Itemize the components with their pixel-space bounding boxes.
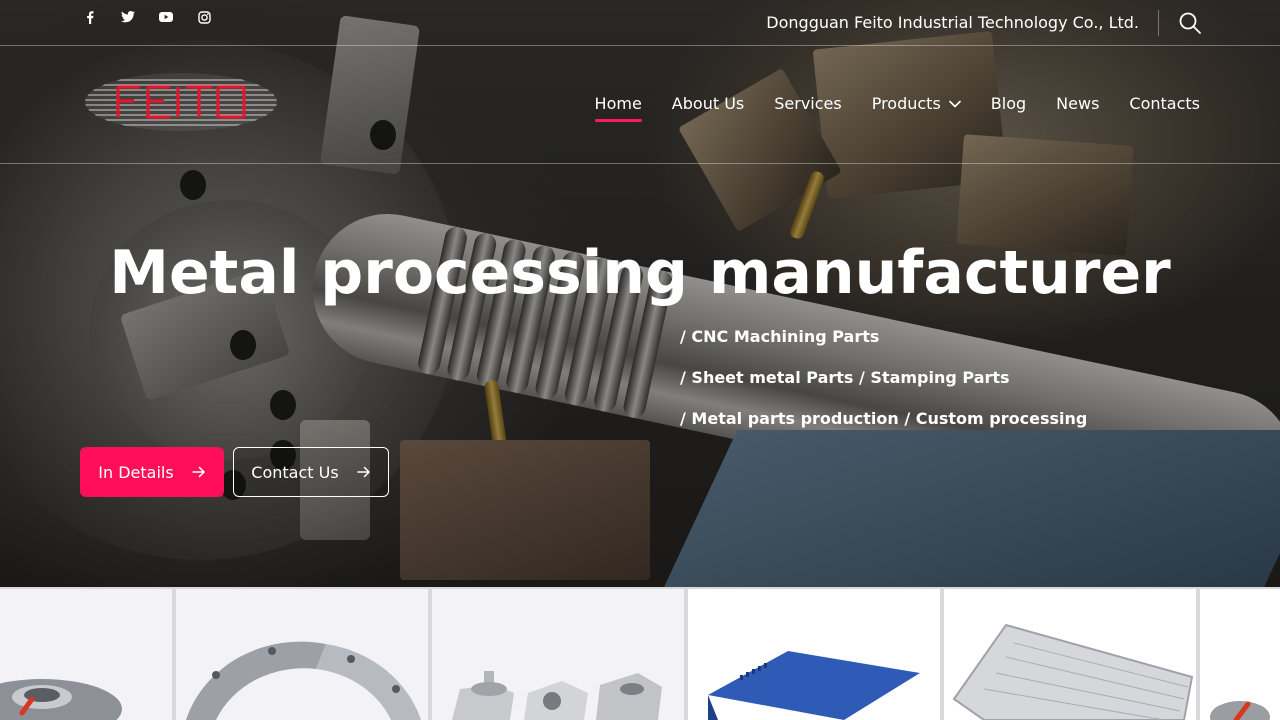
perforated-tray-icon bbox=[952, 623, 1194, 720]
facebook-icon[interactable] bbox=[80, 8, 100, 26]
arrow-right-icon bbox=[356, 466, 370, 478]
partial-part-icon bbox=[1210, 701, 1270, 720]
main-nav: Home About Us Services Products Blog New… bbox=[594, 94, 1200, 122]
nav-services[interactable]: Services bbox=[774, 94, 841, 113]
ring-segment-icon bbox=[186, 641, 421, 720]
product-strip bbox=[0, 587, 1280, 720]
top-bar-divider bbox=[1158, 10, 1159, 36]
nav-news[interactable]: News bbox=[1056, 94, 1099, 113]
chevron-down-icon bbox=[948, 100, 961, 107]
hero-tagline-2: / Sheet metal Parts / Stamping Parts bbox=[680, 368, 1010, 387]
threaded-blocks-icon bbox=[452, 671, 662, 720]
blue-enclosure-icon bbox=[708, 651, 920, 720]
product-card[interactable] bbox=[688, 589, 940, 720]
nav-home[interactable]: Home bbox=[594, 94, 643, 122]
main-header: Home About Us Services Products Blog New… bbox=[0, 46, 1280, 164]
hero-tagline-3: / Metal parts production / Custom proces… bbox=[680, 409, 1088, 428]
product-card[interactable] bbox=[176, 589, 428, 720]
nav-about-us[interactable]: About Us bbox=[672, 94, 744, 113]
company-name: Dongguan Feito Industrial Technology Co.… bbox=[766, 13, 1139, 32]
youtube-icon[interactable] bbox=[156, 8, 176, 26]
nav-contacts[interactable]: Contacts bbox=[1129, 94, 1200, 113]
arrow-right-icon bbox=[191, 466, 205, 478]
top-bar: Dongguan Feito Industrial Technology Co.… bbox=[0, 0, 1280, 46]
flange-bearing-icon bbox=[0, 679, 122, 720]
social-links bbox=[80, 8, 214, 26]
twitter-icon[interactable] bbox=[118, 8, 138, 26]
logo[interactable] bbox=[84, 72, 278, 132]
nav-products[interactable]: Products bbox=[872, 94, 961, 113]
hero-headline: Metal processing manufacturer bbox=[109, 238, 1171, 308]
in-details-button[interactable]: In Details bbox=[80, 447, 224, 497]
product-card[interactable] bbox=[1200, 589, 1280, 720]
instagram-icon[interactable] bbox=[194, 8, 214, 26]
hero-tagline-1: / CNC Machining Parts bbox=[680, 327, 880, 346]
product-card[interactable] bbox=[432, 589, 684, 720]
product-card[interactable] bbox=[0, 589, 172, 720]
search-icon[interactable] bbox=[1178, 11, 1202, 35]
nav-blog[interactable]: Blog bbox=[991, 94, 1026, 113]
product-card[interactable] bbox=[944, 589, 1196, 720]
contact-us-button[interactable]: Contact Us bbox=[233, 447, 389, 497]
